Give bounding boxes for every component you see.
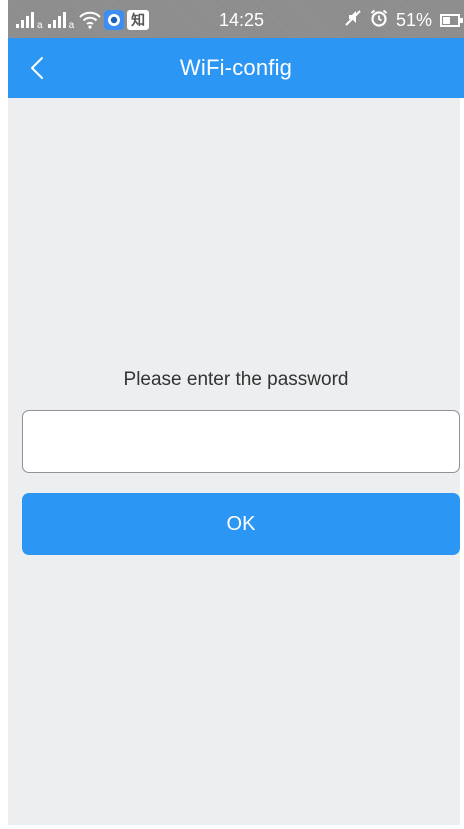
sim2-network-letter: a bbox=[68, 20, 75, 31]
battery-icon bbox=[440, 13, 463, 27]
status-bar-time: 14:25 bbox=[219, 10, 265, 30]
status-bar: a a 知 14:25 51% bbox=[8, 0, 464, 38]
app-bar: WiFi-config bbox=[8, 38, 464, 98]
alarm-clock-icon bbox=[370, 9, 388, 32]
mute-icon bbox=[344, 9, 362, 32]
sim1-signal-icon bbox=[16, 12, 34, 28]
ok-button[interactable]: OK bbox=[22, 493, 460, 555]
status-bar-left: a a 知 bbox=[16, 9, 150, 31]
battery-percent: 51% bbox=[395, 10, 432, 30]
wifi-icon bbox=[79, 11, 101, 29]
password-prompt-label: Please enter the password bbox=[123, 369, 349, 390]
zhihu-app-icon: 知 bbox=[127, 10, 150, 30]
battery-level-fill bbox=[443, 16, 450, 24]
page-title: WiFi-config bbox=[179, 55, 293, 80]
status-bar-right: 51% bbox=[344, 9, 463, 32]
blue-app-icon bbox=[104, 10, 125, 30]
sim2-signal-icon bbox=[47, 12, 66, 28]
sim1-network-letter: a bbox=[37, 20, 43, 31]
password-input[interactable] bbox=[22, 410, 460, 473]
wifi-config-screen: a a 知 14:25 51% WiFi-config Please enter… bbox=[0, 0, 464, 829]
